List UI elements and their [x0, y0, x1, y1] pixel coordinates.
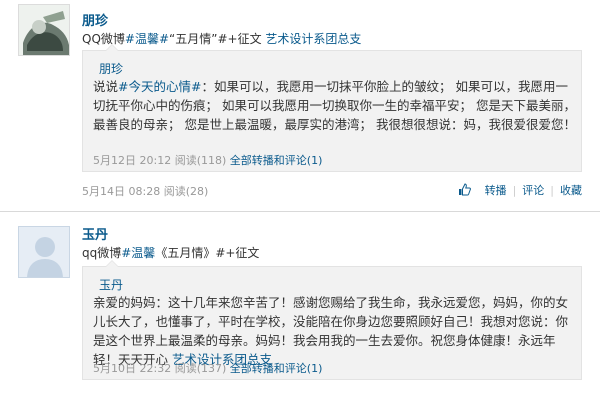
quoted-text: 说说#今天的心情#：如果可以，我愿用一切抹平你脸上的皱纹； 如果可以，我愿用一切… [93, 77, 577, 134]
post-time-views: 5月14日 08:28 阅读(28) [82, 185, 209, 198]
post-actions: 转播 | 评论 | 收藏 [458, 182, 582, 199]
hashtag-link[interactable]: #温馨# [125, 32, 169, 46]
quoted-time[interactable]: 5月12日 20:12 [93, 154, 171, 167]
quoted-post: 玉丹 亲爱的妈妈：这十几年来您辛苦了！感谢您赐给了我生命，我永远爱您，妈妈，你的… [82, 260, 582, 380]
quoted-time[interactable]: 5月10日 22:32 [93, 362, 171, 375]
feed-post: 玉丹 qq微博#温馨《五月情》#+征文 玉丹 亲爱的妈妈：这十几年来您辛苦了！感… [0, 212, 600, 400]
mention-link[interactable]: 艺术设计系团总支 [265, 32, 361, 46]
hashtag-link[interactable]: #温馨 [121, 246, 155, 260]
post-content: QQ微博#温馨#“五月情”#+征文 艺术设计系团总支 [82, 30, 361, 47]
quoted-body: 亲爱的妈妈：这十几年来您辛苦了！感谢您赐给了我生命，我永远爱您，妈妈，你的女儿长… [93, 295, 569, 367]
avatar[interactable] [18, 4, 70, 56]
comment-button[interactable]: 评论 [522, 184, 544, 197]
quote-arrow [105, 260, 119, 267]
content-text: “五月情”#+征文 [169, 32, 266, 46]
quoted-post: 朋珍 说说#今天的心情#：如果可以，我愿用一切抹平你脸上的皱纹； 如果可以，我愿… [82, 44, 582, 172]
all-reposts-link[interactable]: 全部转播和评论(1) [230, 154, 323, 167]
quoted-author[interactable]: 玉丹 [99, 276, 123, 293]
divider: | [512, 184, 517, 197]
author-name[interactable]: 朋珍 [82, 10, 108, 29]
quoted-meta: 5月12日 20:12 阅读(118) 全部转播和评论(1) [93, 152, 322, 168]
quoted-text: 亲爱的妈妈：这十几年来您辛苦了！感谢您赐给了我生命，我永远爱您，妈妈，你的女儿长… [93, 293, 577, 369]
quoted-author[interactable]: 朋珍 [99, 60, 123, 77]
quoted-meta: 5月10日 22:32 阅读(137) 全部转播和评论(1) [93, 360, 322, 376]
quoted-prefix: 说说 [93, 79, 119, 94]
quoted-hashtag[interactable]: #今天的心情# [118, 79, 201, 94]
thumbs-up-icon[interactable] [458, 183, 471, 199]
post-content: qq微博#温馨《五月情》#+征文 [82, 244, 259, 261]
repost-button[interactable]: 转播 [485, 184, 507, 197]
content-prefix: qq微博 [82, 246, 122, 260]
quoted-views: 阅读(118) [174, 154, 227, 167]
author-name[interactable]: 玉丹 [82, 224, 108, 243]
quoted-views: 阅读(137) [174, 362, 227, 375]
feed-post: 朋珍 QQ微博#温馨#“五月情”#+征文 艺术设计系团总支 朋珍 说说#今天的心… [0, 0, 600, 212]
weibo-feed: 朋珍 QQ微博#温馨#“五月情”#+征文 艺术设计系团总支 朋珍 说说#今天的心… [0, 0, 600, 400]
content-text: 《五月情》#+征文 [155, 246, 260, 260]
favorite-button[interactable]: 收藏 [560, 184, 582, 197]
quote-arrow [105, 44, 119, 51]
divider: | [550, 184, 554, 197]
avatar[interactable] [18, 226, 70, 278]
all-reposts-link[interactable]: 全部转播和评论(1) [230, 362, 323, 375]
